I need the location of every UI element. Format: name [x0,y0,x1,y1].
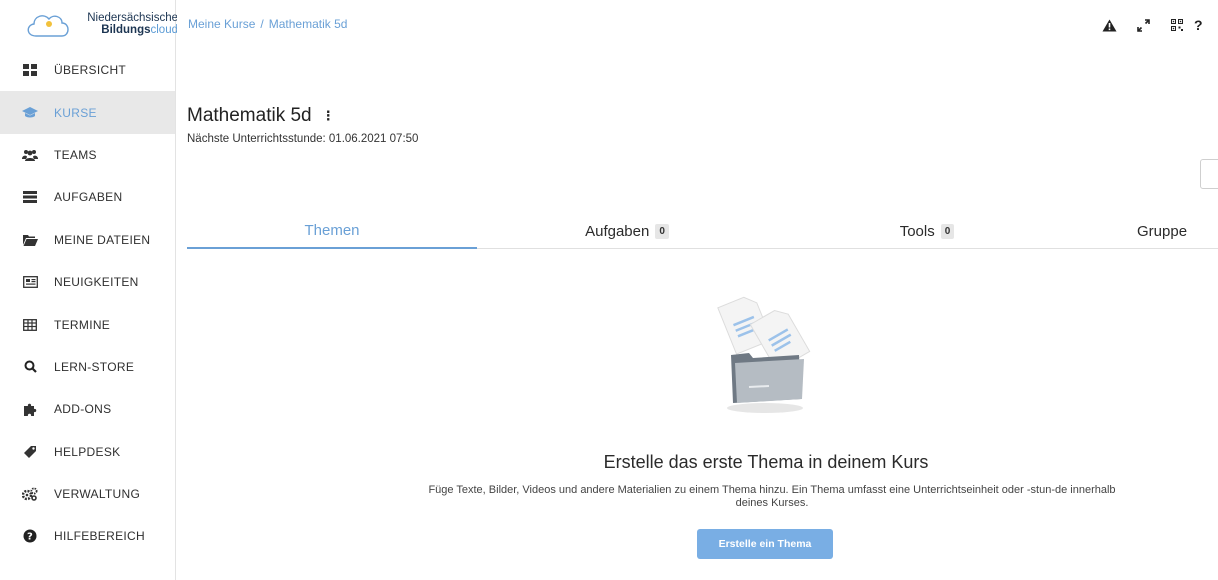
sidebar-item-hilfebereich[interactable]: ? HILFEBEREICH [0,515,175,557]
breadcrumb: Meine Kurse / Mathematik 5d [188,17,347,31]
sidebar-item-label: ADD-ONS [54,402,112,417]
sidebar-item-kurse[interactable]: KURSE [0,91,175,134]
graduation-cap-icon [22,105,38,121]
sidebar-item-label: TERMINE [54,317,111,332]
tab-tools[interactable]: Tools 0 [777,213,1077,249]
sidebar-nav: ÜBERSICHT KURSE TEAMS AUFGABEN MEINE DAT… [0,49,175,558]
tab-count-badge: 0 [940,223,955,239]
tab-label: Gruppe [1137,222,1188,240]
sidebar-item-uebersicht[interactable]: ÜBERSICHT [0,49,175,91]
tab-gruppen[interactable]: Gruppe [1137,213,1218,249]
tab-label: Tools [899,222,935,240]
tag-icon [22,444,38,460]
sidebar-item-label: HILFEBEREICH [54,529,145,544]
sidebar-item-termine[interactable]: TERMINE [0,303,175,345]
course-header: Mathematik 5d ⋮ [187,105,335,127]
puzzle-icon [22,401,38,417]
top-bar: Meine Kurse / Mathematik 5d ? [177,0,1218,49]
tab-themen[interactable]: Themen [187,213,477,249]
sidebar-item-helpdesk[interactable]: HELPDESK [0,431,175,473]
sidebar-item-add-ons[interactable]: ADD-ONS [0,388,175,430]
course-options-icon[interactable]: ⋮ [322,108,335,124]
search-icon [22,359,38,375]
sidebar-item-label: VERWALTUNG [54,487,141,502]
sidebar-item-meine-dateien[interactable]: MEINE DATEIEN [0,219,175,261]
breadcrumb-separator: / [260,17,264,31]
sidebar-item-neuigkeiten[interactable]: NEUIGKEITEN [0,261,175,303]
sidebar-item-label: AUFGABEN [54,190,123,205]
sidebar-item-label: NEUIGKEITEN [54,275,139,290]
breadcrumb-item-current-course[interactable]: Mathematik 5d [269,17,348,31]
tab-label: Aufgaben [585,222,650,240]
calendar-table-icon [22,317,38,333]
page-title: Mathematik 5d [187,105,312,126]
sidebar-item-label: LERN-STORE [54,359,135,374]
top-icons: ? [1092,14,1218,36]
tab-aufgaben[interactable]: Aufgaben 0 [477,213,777,249]
sidebar-item-label: MEINE DATEIEN [54,232,151,247]
folder-open-icon [22,232,38,248]
fullscreen-icon[interactable] [1126,14,1160,36]
newspaper-icon [22,274,38,290]
brand-line1: Niedersächsische [87,11,178,24]
help-icon[interactable]: ? [1194,14,1218,36]
sidebar-item-aufgaben[interactable]: AUFGABEN [0,176,175,218]
brand-line2-light: cloud [150,23,179,36]
brand-line2: Bildungscloud [62,24,178,36]
tab-label: Themen [304,221,360,239]
svg-text:?: ? [27,532,33,543]
create-topic-button[interactable]: Erstelle ein Thema [697,529,833,559]
course-tabs: Themen Aufgaben 0 Tools 0 Gruppe [187,213,1218,249]
question-circle-icon: ? [22,528,38,544]
sidebar-item-lern-store[interactable]: LERN-STORE [0,346,175,388]
sidebar: Niedersächsische Bildungscloud ÜBERSICHT… [0,0,178,580]
sidebar-item-label: TEAMS [54,147,97,162]
tasks-icon [22,189,38,205]
brand-name: Niedersächsische Bildungscloud [62,12,178,36]
sidebar-item-teams[interactable]: TEAMS [0,134,175,176]
qr-code-icon[interactable] [1160,14,1194,36]
sidebar-item-label: KURSE [54,105,97,120]
brand-logo[interactable]: Niedersächsische Bildungscloud [0,0,178,49]
empty-folder-documents-icon [705,287,815,422]
side-action-button[interactable] [1200,159,1218,189]
sidebar-item-label: ÜBERSICHT [54,63,127,78]
sidebar-item-label: HELPDESK [54,444,121,459]
main-content: Mathematik 5d ⋮ Nächste Unterrichtsstund… [177,49,1218,580]
dashboard-icon [22,62,38,78]
empty-state-title: Erstelle das erste Thema in deinem Kurs [603,452,929,472]
next-lesson-info: Nächste Unterrichtsstunde: 01.06.2021 07… [187,133,419,145]
empty-state-description: Füge Texte, Bilder, Videos und andere Ma… [428,484,1116,509]
breadcrumb-item-meine-kurse[interactable]: Meine Kurse [188,17,255,31]
cogs-icon [22,486,38,502]
brand-line2-bold: Bildungs [101,23,151,36]
tab-count-badge: 0 [655,223,669,239]
sidebar-item-verwaltung[interactable]: VERWALTUNG [0,473,175,515]
users-icon [22,147,38,163]
warning-icon[interactable] [1092,14,1126,36]
